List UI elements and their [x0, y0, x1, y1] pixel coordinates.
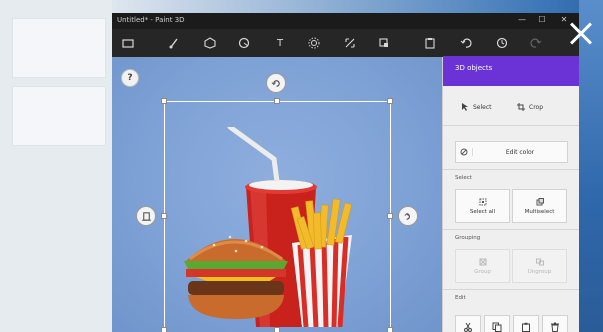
remix-3d-icon[interactable] [376, 35, 392, 51]
panel-title: 3D objects [455, 64, 493, 72]
ungroup-label: Ungroup [527, 268, 552, 275]
side-panel: 3D objects Select Crop Edit color Select… [442, 56, 579, 332]
copy-icon [492, 322, 502, 332]
group-label: Group [474, 268, 491, 275]
eyedropper-icon [456, 148, 473, 156]
maximize-button[interactable]: ☐ [536, 15, 548, 24]
divider [443, 169, 579, 170]
menu-folder-icon[interactable] [120, 35, 136, 51]
select-all-button[interactable]: Select all [455, 189, 510, 223]
effects-icon[interactable] [306, 35, 322, 51]
resize-handle[interactable] [387, 98, 393, 104]
minimize-button[interactable]: — [516, 15, 528, 24]
resize-handle[interactable] [387, 327, 393, 332]
multiselect-button[interactable]: Multiselect [512, 189, 567, 223]
delete-button[interactable] [542, 315, 568, 332]
grouping-section-title: Grouping [455, 235, 481, 241]
resize-handle[interactable] [161, 327, 167, 332]
select-tool-label: Select [473, 103, 492, 111]
group-icon [479, 258, 486, 265]
history-icon[interactable] [494, 35, 510, 51]
multiselect-icon [536, 197, 544, 205]
drawing-canvas[interactable]: ? [112, 57, 442, 332]
divider [443, 125, 579, 126]
desktop-tile [12, 86, 106, 146]
select-all-icon [479, 198, 486, 205]
edit-section-title: Edit [455, 295, 466, 301]
title-bar: Untitled* - Paint 3D — ☐ ✕ [112, 13, 579, 29]
stickers-icon[interactable] [236, 35, 252, 51]
rotate-x-handle[interactable] [136, 206, 156, 226]
paste-button[interactable] [513, 315, 539, 332]
divider [443, 229, 579, 230]
fast-food-3d-model[interactable] [174, 127, 394, 327]
cut-icon [464, 322, 472, 332]
cursor-icon [462, 103, 468, 111]
canvas-icon[interactable] [342, 35, 358, 51]
redo-icon[interactable] [528, 35, 544, 51]
resize-handle[interactable] [274, 327, 280, 332]
ungroup-icon [535, 258, 544, 265]
select-tool-button[interactable]: Select [461, 103, 492, 111]
crop-tool-button[interactable]: Crop [517, 103, 543, 111]
paste-icon [522, 322, 530, 332]
resize-handle[interactable] [274, 98, 280, 104]
crop-icon [517, 103, 525, 111]
group-button[interactable]: Group [455, 249, 510, 283]
cut-button[interactable] [455, 315, 481, 332]
text-icon[interactable]: T [272, 35, 288, 51]
resize-handle[interactable] [161, 213, 167, 219]
divider [443, 289, 579, 290]
edit-color-label: Edit color [505, 148, 535, 156]
paste-icon[interactable] [422, 35, 438, 51]
ungroup-button[interactable]: Ungroup [512, 249, 567, 283]
edit-color-button[interactable]: Edit color [455, 141, 568, 163]
main-toolbar: T [112, 29, 579, 57]
desktop-tile [12, 18, 106, 78]
help-button[interactable]: ? [121, 69, 139, 87]
window-title: Untitled* - Paint 3D [117, 16, 185, 24]
copy-button[interactable] [484, 315, 510, 332]
3d-shapes-icon[interactable] [202, 35, 218, 51]
overlay-close-icon[interactable] [565, 18, 597, 50]
delete-icon [551, 322, 559, 332]
crop-tool-label: Crop [529, 103, 544, 111]
rotate-z-handle[interactable] [266, 73, 286, 93]
desktop-background-left [0, 0, 112, 332]
select-all-label: Select all [469, 208, 496, 215]
resize-handle[interactable] [161, 98, 167, 104]
undo-icon[interactable] [458, 35, 474, 51]
select-section-title: Select [455, 175, 472, 181]
panel-header: 3D objects [443, 56, 579, 86]
multiselect-label: Multiselect [524, 208, 555, 215]
brush-icon[interactable] [166, 35, 182, 51]
rotate-y-handle[interactable] [398, 206, 418, 226]
paint3d-window: Untitled* - Paint 3D — ☐ ✕ T ? 3D object… [112, 13, 579, 332]
